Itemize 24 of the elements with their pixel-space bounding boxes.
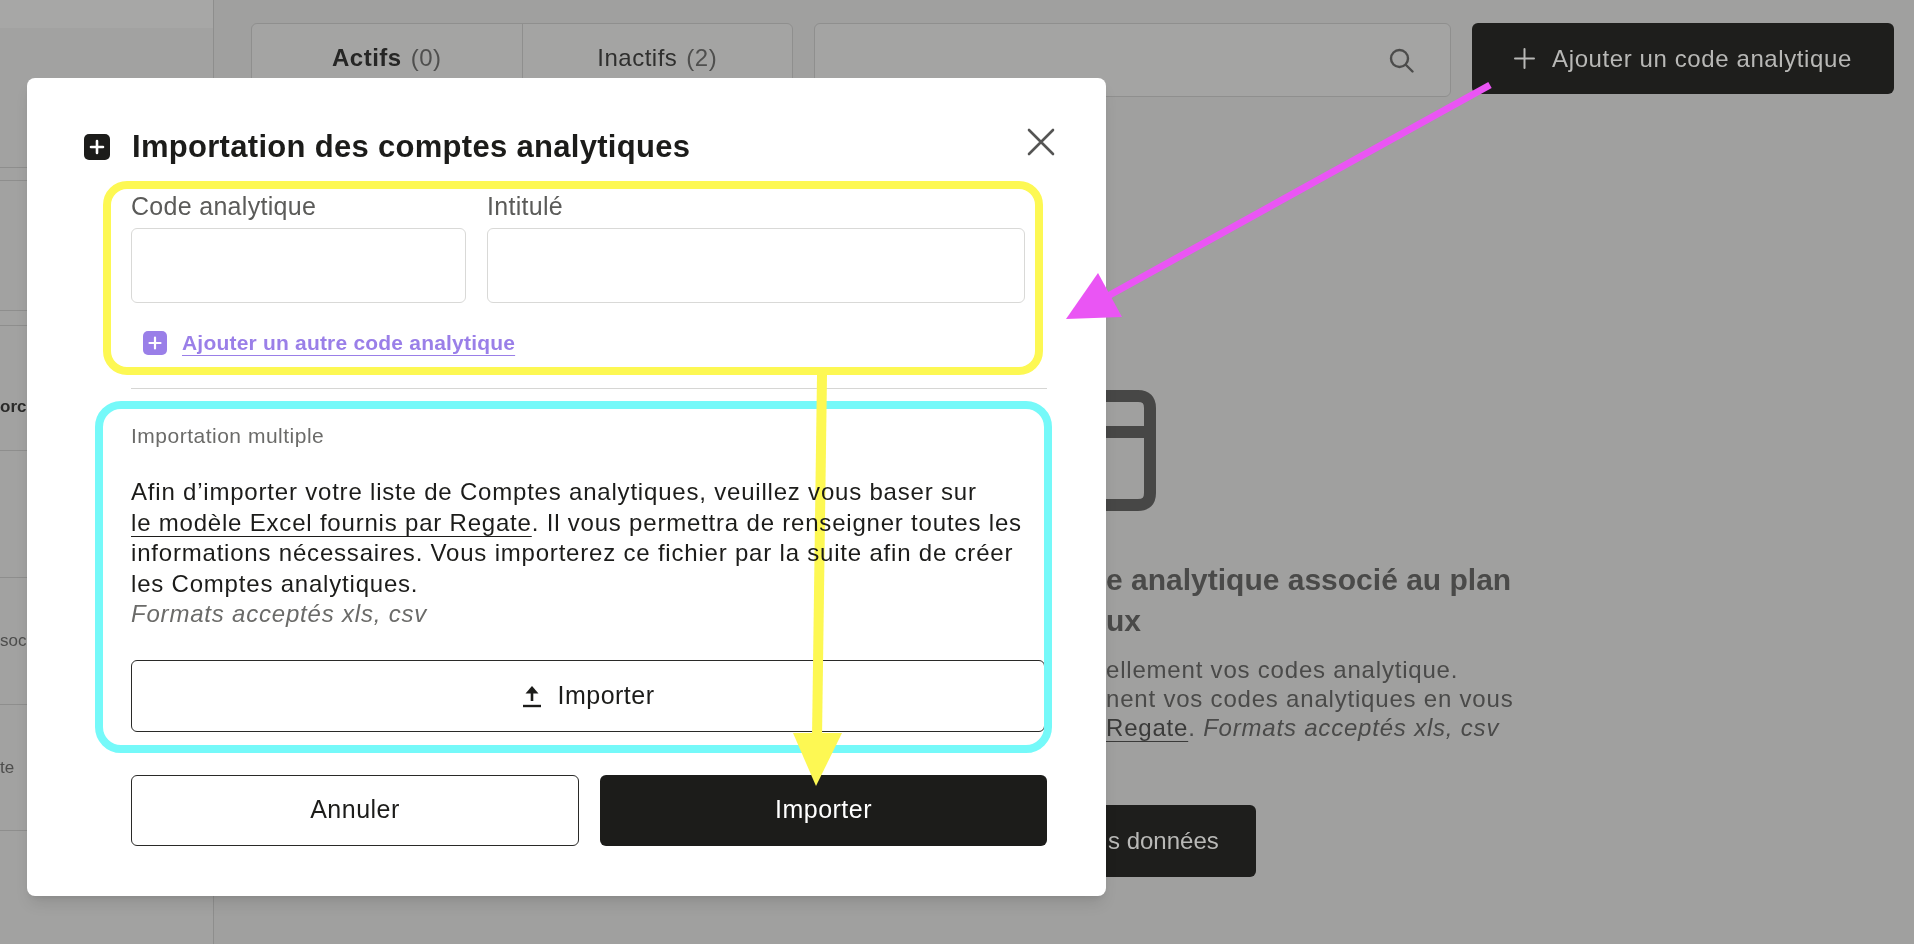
input-field[interactable] [487,228,1025,303]
close-button[interactable] [1026,127,1056,157]
field-label: Code analytique [131,192,317,220]
description-text: ellement vos codes analytique. nent vos codes analytiques en vous Regate. Formats acceptés xls, csv [1106,655,1514,742]
import-button[interactable]: Importer [600,774,1047,846]
plus-icon [1514,48,1536,69]
import-button[interactable]: Importer [131,659,1045,732]
section-heading: Importation multiple [131,423,325,449]
field-label: Intitulé [487,192,564,220]
window-icon [1106,390,1156,511]
close-icon [1027,128,1055,156]
link[interactable]: Regate [1106,714,1189,741]
empty-state-title: e analytique associé au plan ux [1106,562,1512,639]
formats-text: Formats acceptés xls, csv [131,599,428,629]
search-icon [1389,47,1414,73]
template-link[interactable]: le modèle Excel fournis par Regate [131,508,532,536]
import-data-button[interactable]: s données [1106,805,1256,877]
add-code-button[interactable]: Ajouter un code analytique [1472,23,1894,94]
plus-icon [143,331,167,355]
plus-icon [84,134,110,160]
cancel-button[interactable]: Annuler [131,774,579,846]
input-field[interactable] [131,228,466,303]
tab[interactable]: Actifs (0) [252,24,522,97]
dialog-title: Importation des comptes analytiques [132,129,691,165]
